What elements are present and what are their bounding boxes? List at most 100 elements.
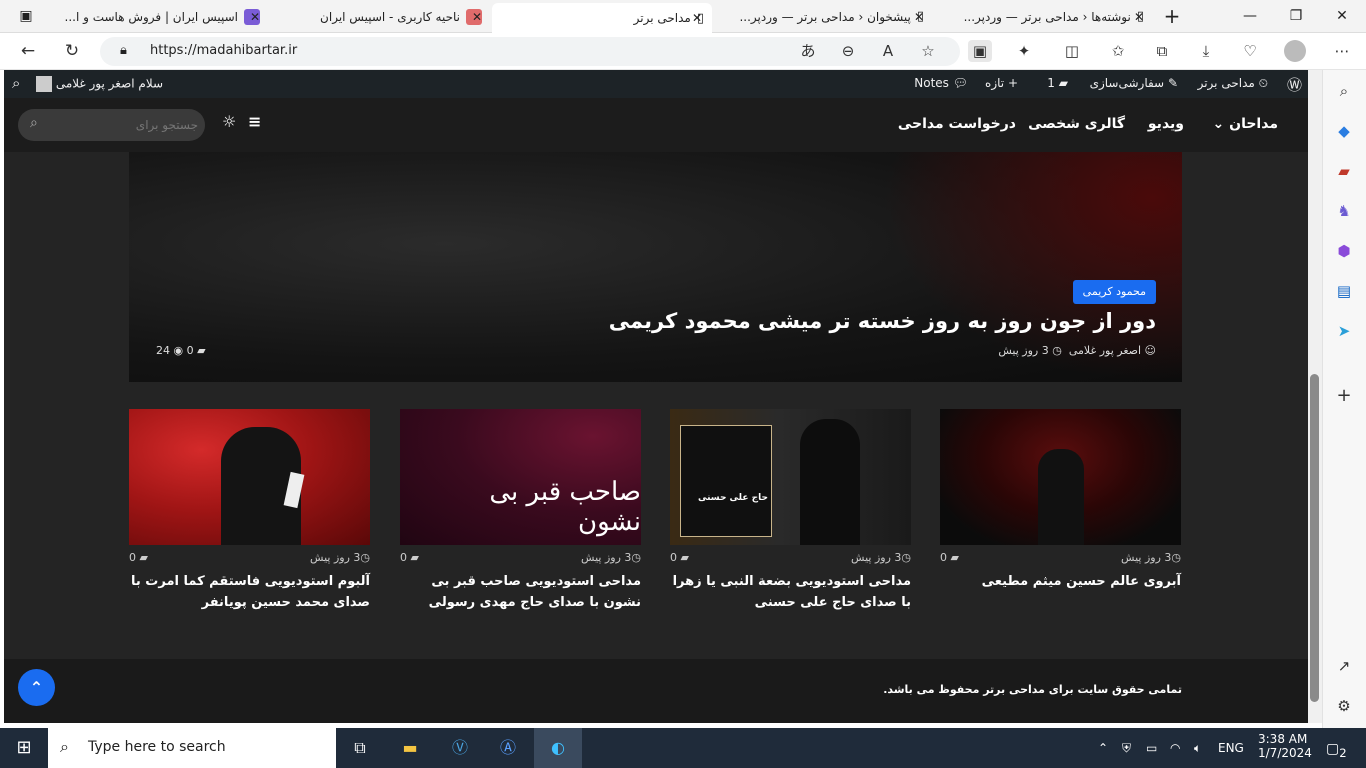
- volume-icon[interactable]: 🔈︎: [1194, 741, 1201, 756]
- comment-icon: ▰: [1058, 76, 1068, 90]
- tab-madahibartar[interactable]: ▯ مداحی برتر ✕: [492, 3, 712, 33]
- scrollbar-thumb[interactable]: [1310, 374, 1319, 702]
- address-bar[interactable]: 🔒︎ https://madahibartar.ir あ ⊖ A ☆: [100, 37, 960, 66]
- downloads-icon[interactable]: ⤓: [1194, 40, 1218, 62]
- minimize-button[interactable]: —: [1230, 4, 1270, 28]
- language-indicator[interactable]: ENG: [1218, 741, 1244, 755]
- favorite-star-icon[interactable]: ☆: [916, 40, 940, 62]
- site-search[interactable]: ⌕: [18, 109, 205, 141]
- tab-posts[interactable]: ▯ نوشته‌ها ‹ مداحی برتر — وردپر... ✕: [934, 3, 1152, 30]
- search-icon[interactable]: ⌕: [30, 115, 38, 131]
- network-icon[interactable]: ▭: [1146, 741, 1157, 755]
- featured-post[interactable]: محمود کریمی دور از جون روز به روز خسته ت…: [129, 152, 1182, 382]
- edge-taskbar-icon[interactable]: ◐: [534, 728, 582, 768]
- wp-account[interactable]: سلام اصغر پور غلامی: [36, 76, 163, 92]
- chevron-up-icon[interactable]: ⌃: [1098, 741, 1108, 755]
- copilot-icon[interactable]: ⬢: [1333, 240, 1355, 262]
- refresh-button[interactable]: ↻: [58, 39, 86, 63]
- post-thumbnail[interactable]: [129, 409, 370, 545]
- web-page: Ⓦ ⏲ مداحی برتر ✎ سفارشی‌سازی ▰ 1 + تازه …: [4, 70, 1308, 723]
- nav-item-request[interactable]: درخواست مداحی: [898, 116, 1016, 132]
- scroll-to-top-button[interactable]: ⌃: [18, 669, 55, 706]
- browser-tab-bar: ▣ اسپیس ایران | فروش هاست و ا... ✕ ناحیه…: [0, 0, 1366, 33]
- discover-icon[interactable]: ◆: [1333, 120, 1355, 142]
- taskbar-search[interactable]: ⌕ Type here to search: [48, 728, 336, 768]
- user-icon: ☺: [1144, 344, 1156, 357]
- post-card[interactable]: صاحب قبر بی نشون ◷3 روز پیش 0 ▰ مداحی اس…: [400, 409, 641, 610]
- notifications-icon[interactable]: ▢2: [1326, 741, 1347, 760]
- task-view-icon[interactable]: ⧉: [348, 736, 372, 760]
- post-thumbnail[interactable]: حاج علی حسنی: [670, 409, 911, 545]
- performance-icon[interactable]: ♡: [1238, 40, 1262, 62]
- app-store-icon[interactable]: Ⓐ: [496, 736, 520, 760]
- app-v-icon[interactable]: Ⓥ: [448, 736, 472, 760]
- nav-item-madahan[interactable]: مداحان ⌄: [1213, 116, 1278, 132]
- comment-icon: ▰: [410, 551, 419, 564]
- telegram-icon[interactable]: ➤: [1333, 320, 1355, 342]
- wifi-icon[interactable]: ◠: [1170, 741, 1180, 755]
- post-card[interactable]: ◷3 روز پیش 0 ▰ آبروی عالم حسین میثم مطیع…: [940, 409, 1181, 589]
- close-icon[interactable]: ✕: [472, 10, 482, 24]
- nav-item-gallery[interactable]: گالری شخصی: [1028, 116, 1125, 132]
- tab-dashboard[interactable]: ▯ پیشخوان ‹ مداحی برتر — وردپر... ✕: [714, 3, 932, 30]
- security-icon[interactable]: ⛨: [1122, 741, 1131, 756]
- search-input[interactable]: [58, 115, 198, 135]
- shopping-icon[interactable]: ▰: [1333, 160, 1355, 182]
- post-title[interactable]: دور از جون روز به روز خسته تر میشی محمود…: [609, 309, 1156, 333]
- split-screen-icon[interactable]: ◫: [1060, 40, 1084, 62]
- wp-new[interactable]: + تازه: [985, 76, 1018, 90]
- immersive-reader-icon[interactable]: A: [876, 40, 900, 62]
- profile-avatar[interactable]: [1284, 40, 1306, 62]
- wp-customize[interactable]: ✎ سفارشی‌سازی: [1090, 76, 1178, 90]
- url-text[interactable]: https://madahibartar.ir: [150, 43, 297, 58]
- file-explorer-icon[interactable]: ▬: [398, 736, 422, 760]
- search-icon[interactable]: ⌕: [1333, 80, 1355, 102]
- post-card[interactable]: حاج علی حسنی ◷3 روز پیش 0 ▰ مداحی استودی…: [670, 409, 911, 610]
- restore-button[interactable]: ❐: [1276, 4, 1316, 28]
- favorites-icon[interactable]: ✩: [1106, 40, 1130, 62]
- close-icon[interactable]: ✕: [250, 10, 260, 24]
- hamburger-menu-icon[interactable]: ≡: [248, 112, 261, 131]
- add-sidebar-app-icon[interactable]: +: [1333, 385, 1355, 407]
- settings-icon[interactable]: ⚙: [1333, 695, 1355, 717]
- wp-site-name[interactable]: ⏲ مداحی برتر: [1198, 76, 1268, 91]
- search-icon[interactable]: ⌕: [12, 74, 20, 92]
- post-title[interactable]: آلبوم استودیویی فاستقم کما امرت با صدای …: [129, 571, 370, 613]
- collections-icon[interactable]: ⧉: [1150, 40, 1174, 62]
- avatar: [36, 76, 52, 92]
- post-thumbnail[interactable]: صاحب قبر بی نشون: [400, 409, 641, 545]
- chevron-down-icon: ⌄: [1212, 116, 1230, 132]
- wp-notes[interactable]: Notes 💬︎: [914, 76, 968, 90]
- close-window-button[interactable]: ✕: [1322, 4, 1362, 28]
- tab-user-area[interactable]: ناحیه کاربری - اسپیس ایران ✕: [272, 3, 490, 30]
- read-aloud-icon[interactable]: あ: [796, 40, 820, 62]
- clock[interactable]: 3:38 AM 1/7/2024: [1258, 732, 1312, 760]
- theme-toggle-icon[interactable]: ☼: [222, 112, 236, 131]
- extensions-icon[interactable]: ✦: [1012, 40, 1036, 62]
- games-icon[interactable]: ♞: [1333, 200, 1355, 222]
- category-badge[interactable]: محمود کریمی: [1072, 280, 1156, 304]
- wp-comments[interactable]: ▰ 1: [1047, 76, 1068, 90]
- open-external-icon[interactable]: ↗: [1333, 655, 1355, 677]
- new-tab-button[interactable]: +: [1152, 4, 1192, 28]
- post-title[interactable]: آبروی عالم حسین میثم مطیعی: [940, 571, 1181, 592]
- more-menu-icon[interactable]: ⋯: [1330, 40, 1354, 62]
- close-icon[interactable]: ✕: [914, 10, 924, 24]
- lock-icon[interactable]: 🔒︎: [120, 43, 127, 58]
- nav-item-video[interactable]: ویدیو: [1148, 116, 1184, 132]
- tab-actions-icon[interactable]: ▣: [6, 4, 46, 28]
- post-title[interactable]: مداحی استودیویی صاحب قبر بی نشون با صدای…: [400, 571, 641, 613]
- zoom-icon[interactable]: ⊖: [836, 40, 860, 62]
- close-icon[interactable]: ✕: [1134, 10, 1144, 24]
- tab-spaceiran[interactable]: اسپیس ایران | فروش هاست و ا... ✕: [50, 3, 268, 30]
- screenshot-icon[interactable]: ▣: [968, 40, 992, 62]
- tab-label: اسپیس ایران | فروش هاست و ا...: [64, 9, 239, 24]
- back-button[interactable]: ←: [14, 39, 42, 63]
- post-thumbnail[interactable]: [940, 409, 1181, 545]
- post-card[interactable]: ◷3 روز پیش 0 ▰ آلبوم استودیویی فاستقم کم…: [129, 409, 370, 610]
- close-icon[interactable]: ✕: [692, 11, 702, 25]
- post-title[interactable]: مداحی استودیویی بضعة النبی یا زهرا با صد…: [670, 571, 911, 613]
- windows-start-icon[interactable]: ⊞: [12, 736, 36, 760]
- outlook-icon[interactable]: ▤: [1333, 280, 1355, 302]
- wordpress-icon[interactable]: Ⓦ: [1287, 74, 1302, 95]
